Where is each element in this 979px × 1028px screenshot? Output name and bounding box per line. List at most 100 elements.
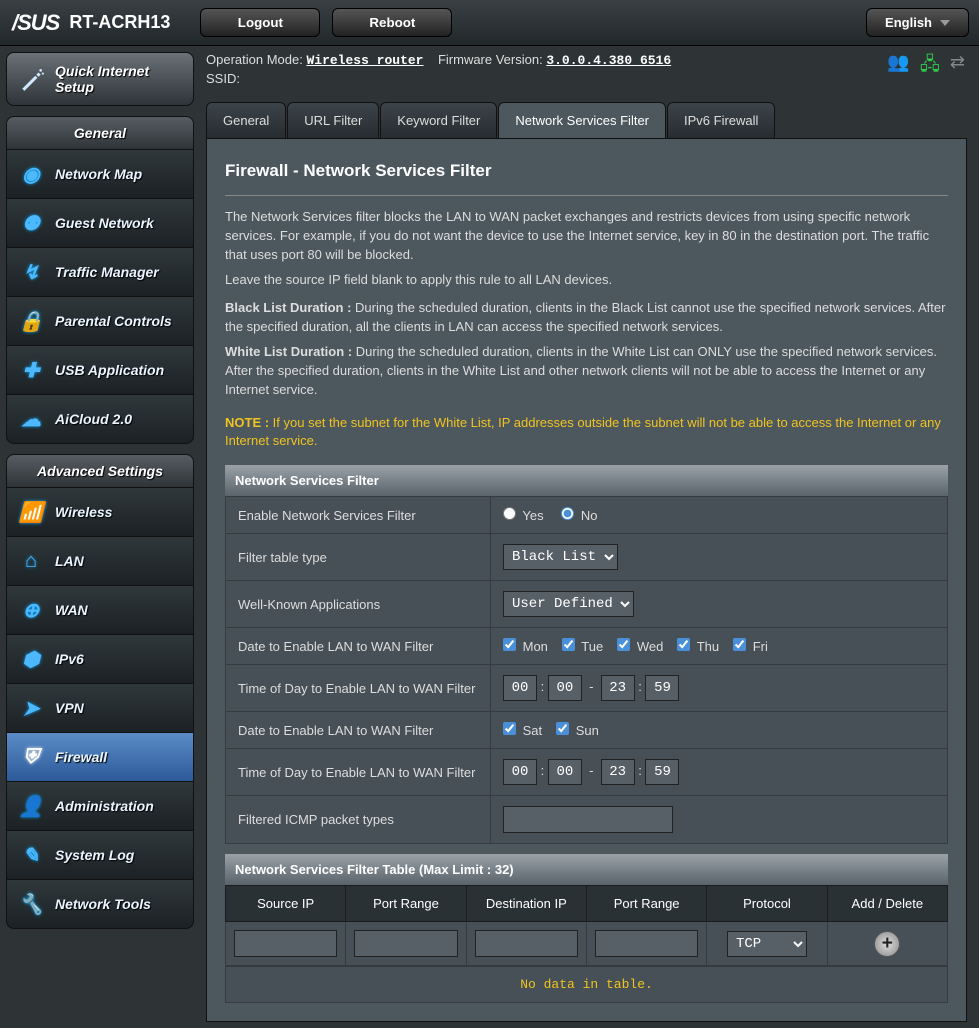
time1-h1[interactable] <box>503 675 537 701</box>
logout-button[interactable]: Logout <box>200 8 320 37</box>
sidebar-item-ipv6[interactable]: ⬢ IPv6 <box>6 635 194 684</box>
tab-url-filter[interactable]: URL Filter <box>287 102 379 138</box>
filter-table-title: Network Services Filter Table (Max Limit… <box>225 854 948 885</box>
wka-label: Well-Known Applications <box>226 581 491 628</box>
model-name: RT-ACRH13 <box>69 12 170 33</box>
time2-label: Time of Day to Enable LAN to WAN Filter <box>226 749 491 796</box>
nav-label: VPN <box>55 700 84 716</box>
time1-label: Time of Day to Enable LAN to WAN Filter <box>226 665 491 712</box>
nav-icon: ⚉ <box>19 211 43 235</box>
day-sat[interactable]: Sat <box>503 723 542 738</box>
day-wed-checkbox[interactable] <box>617 638 630 651</box>
nav-label: System Log <box>55 847 134 863</box>
sidebar-item-traffic-manager[interactable]: ↯Traffic Manager <box>6 248 194 297</box>
tab-keyword-filter[interactable]: Keyword Filter <box>380 102 497 138</box>
time1-m2[interactable] <box>645 675 679 701</box>
source-ip-input[interactable] <box>234 930 337 957</box>
qis-label: Quick Internet Setup <box>55 63 181 95</box>
users-icon[interactable]: 👥 <box>887 52 909 82</box>
wka-select[interactable]: User Defined <box>503 591 634 617</box>
day-fri-checkbox[interactable] <box>733 638 746 651</box>
nav-label: Network Tools <box>55 896 151 912</box>
tab-network-services-filter[interactable]: Network Services Filter <box>498 102 666 138</box>
time1-m1[interactable] <box>548 675 582 701</box>
nav-label: IPv6 <box>55 651 84 667</box>
time2-h2[interactable] <box>601 759 635 785</box>
day-thu-checkbox[interactable] <box>677 638 690 651</box>
day-tue[interactable]: Tue <box>562 639 603 654</box>
bl-label: Black List Duration : <box>225 300 355 315</box>
enable-yes-radio[interactable] <box>503 507 516 520</box>
yes-text: Yes <box>522 508 543 523</box>
quick-internet-setup-button[interactable]: Quick Internet Setup <box>6 52 194 106</box>
nav-label: Traffic Manager <box>55 264 159 280</box>
no-text: No <box>581 508 598 523</box>
date2-label: Date to Enable LAN to WAN Filter <box>226 712 491 749</box>
day-mon-checkbox[interactable] <box>503 638 516 651</box>
day-sun[interactable]: Sun <box>556 723 599 738</box>
filter-type-label: Filter table type <box>226 534 491 581</box>
day-fri[interactable]: Fri <box>733 639 768 654</box>
sidebar-item-network-map[interactable]: ◉ Network Map <box>6 150 194 199</box>
nav-icon: ⬢ <box>19 647 43 671</box>
chevron-down-icon <box>940 20 950 26</box>
enable-no-option[interactable]: No <box>561 508 597 523</box>
sidebar-item-network-tools[interactable]: 🔧 Network Tools <box>6 880 194 929</box>
network-status-icon[interactable]: 🖧 <box>920 52 940 82</box>
sidebar-item-wan[interactable]: ⊕WAN <box>6 586 194 635</box>
reboot-button[interactable]: Reboot <box>332 8 452 37</box>
protocol-select[interactable]: TCPUDP <box>727 931 807 957</box>
time2-m1[interactable] <box>548 759 582 785</box>
sidebar-item-aicloud-2-0[interactable]: ☁AiCloud 2.0 <box>6 395 194 444</box>
tab-general[interactable]: General <box>206 102 286 138</box>
day-wed[interactable]: Wed <box>617 639 663 654</box>
time1-h2[interactable] <box>601 675 635 701</box>
brand-logo: /SUS <box>12 10 59 36</box>
port-range-src-input[interactable] <box>354 930 457 957</box>
col-add-delete: Add / Delete <box>827 886 947 922</box>
nav-label: Network Map <box>55 166 142 182</box>
port-range-dst-input[interactable] <box>595 930 698 957</box>
nav-icon: ◉ <box>19 162 43 186</box>
sidebar-item-system-log[interactable]: ✎System Log <box>6 831 194 880</box>
nav-label: AiCloud 2.0 <box>55 411 132 427</box>
sidebar-item-lan[interactable]: ⌂LAN <box>6 537 194 586</box>
filter-type-select[interactable]: Black ListWhite List <box>503 544 618 570</box>
time2-m2[interactable] <box>645 759 679 785</box>
col-protocol: Protocol <box>707 886 827 922</box>
nav-icon: 🔧 <box>19 892 43 916</box>
date1-label: Date to Enable LAN to WAN Filter <box>226 628 491 665</box>
usb-icon[interactable]: ⇄ <box>950 52 965 82</box>
sidebar-item-firewall[interactable]: ⛨Firewall <box>6 733 194 782</box>
day-sun-checkbox[interactable] <box>556 722 569 735</box>
enable-no-radio[interactable] <box>561 507 574 520</box>
day-tue-checkbox[interactable] <box>562 638 575 651</box>
sidebar-item-administration[interactable]: 👤Administration <box>6 782 194 831</box>
time2-h1[interactable] <box>503 759 537 785</box>
nav-icon: 🔒 <box>19 309 43 333</box>
day-sat-checkbox[interactable] <box>503 722 516 735</box>
sidebar-item-wireless[interactable]: 📶 Wireless <box>6 488 194 537</box>
tab-ipv6-firewall[interactable]: IPv6 Firewall <box>667 102 775 138</box>
day-thu[interactable]: Thu <box>677 639 719 654</box>
nav-icon: 📶 <box>19 500 43 524</box>
nav-label: Wireless <box>55 504 112 520</box>
sidebar-item-guest-network[interactable]: ⚉Guest Network <box>6 199 194 248</box>
sidebar-item-vpn[interactable]: ➤VPN <box>6 684 194 733</box>
icmp-input[interactable] <box>503 806 673 833</box>
day-mon[interactable]: Mon <box>503 639 548 654</box>
fw-version-link[interactable]: 3.0.0.4.380_6516 <box>546 53 671 68</box>
desc-1: The Network Services filter blocks the L… <box>225 208 948 265</box>
nav-label: LAN <box>55 553 84 569</box>
add-row-button[interactable]: + <box>874 931 900 957</box>
sidebar-item-usb-application[interactable]: ✚USB Application <box>6 346 194 395</box>
note-text: If you set the subnet for the White List… <box>225 415 941 449</box>
enable-yes-option[interactable]: Yes <box>503 508 544 523</box>
enable-label: Enable Network Services Filter <box>226 497 491 534</box>
nav-label: Administration <box>55 798 154 814</box>
sidebar-item-parental-controls[interactable]: 🔒Parental Controls <box>6 297 194 346</box>
dest-ip-input[interactable] <box>475 930 578 957</box>
language-selector[interactable]: English <box>866 8 969 37</box>
col-source-ip: Source IP <box>226 886 346 922</box>
op-mode-link[interactable]: Wireless router <box>306 53 423 68</box>
